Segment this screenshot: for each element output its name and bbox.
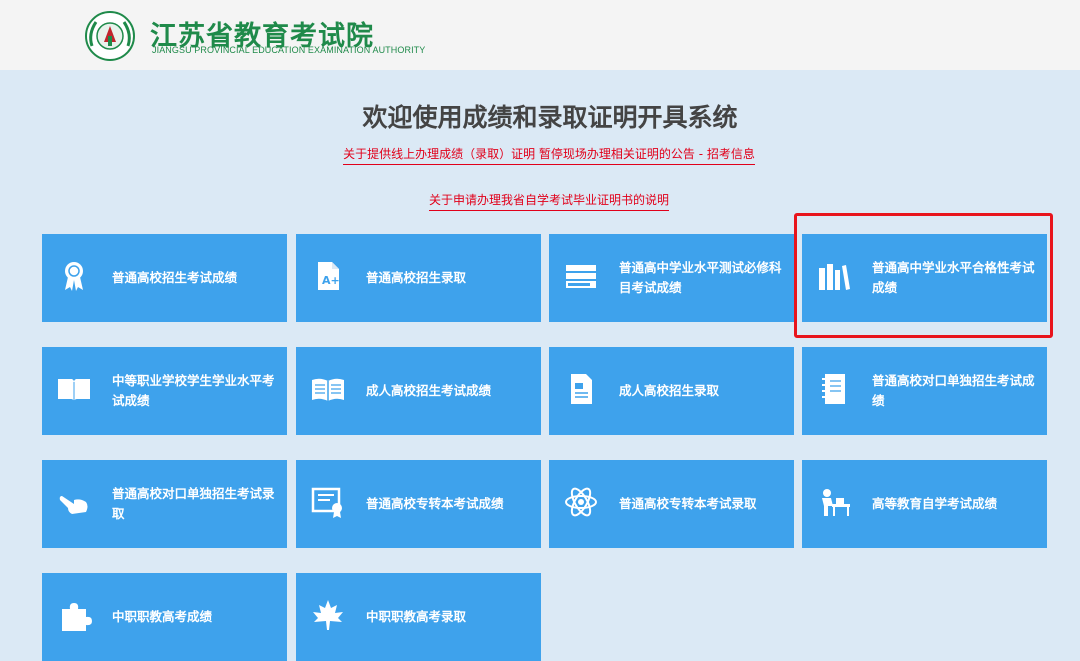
bookshelf-icon bbox=[819, 264, 850, 290]
certificate-icon bbox=[311, 487, 342, 518]
tile-college-entrance-scores[interactable]: 普通高校招生考试成绩 bbox=[42, 234, 287, 322]
tile-label: 普通高校专转本考试成绩 bbox=[366, 496, 504, 511]
maple-leaf-icon bbox=[313, 600, 343, 630]
tile-label: 普通高校招生考试成绩 bbox=[112, 270, 238, 285]
tile-transfer-exam-admission[interactable]: 普通高校专转本考试录取 bbox=[549, 460, 794, 548]
notice-link-label[interactable]: 关于提供线上办理成绩（录取）证明 暂停现场办理相关证明的公告 - 招考信息 bbox=[343, 147, 755, 165]
tile-vocational-college-exam-admission[interactable]: 中职职教高考录取 bbox=[296, 573, 541, 661]
tile-label: 普通高校对口单独招生考试录取 bbox=[112, 486, 275, 521]
site-header: 江苏省教育考试院 JIANGSU PROVINCIAL EDUCATION EX… bbox=[0, 0, 1080, 70]
tile-label: 中等职业学校学生学业水平考试成绩 bbox=[112, 373, 275, 408]
award-ribbon-icon bbox=[65, 262, 83, 291]
tile-vocational-college-exam-scores[interactable]: 中职职教高考成绩 bbox=[42, 573, 287, 661]
notice-link-online-certificate[interactable]: 关于提供线上办理成绩（录取）证明 暂停现场办理相关证明的公告 - 招考信息 bbox=[0, 145, 1080, 165]
student-desk-icon bbox=[822, 489, 850, 516]
page-title: 欢迎使用成绩和录取证明开具系统 bbox=[362, 103, 738, 132]
tile-counterpart-admission[interactable]: 普通高校对口单独招生考试录取 bbox=[42, 460, 287, 548]
tile-label: 成人高校招生考试成绩 bbox=[366, 383, 492, 398]
tile-label: 普通高校招生录取 bbox=[366, 270, 467, 285]
tile-label: 普通高中学业水平合格性考试成绩 bbox=[872, 260, 1035, 295]
tile-label: 高等教育自学考试成绩 bbox=[872, 496, 998, 511]
tile-vocational-academic-scores[interactable]: 中等职业学校学生学业水平考试成绩 bbox=[42, 347, 287, 435]
tile-adult-college-admission[interactable]: 成人高校招生录取 bbox=[549, 347, 794, 435]
tile-adult-college-scores[interactable]: 成人高校招生考试成绩 bbox=[296, 347, 541, 435]
tile-label: 中职职教高考录取 bbox=[366, 609, 467, 624]
tile-label: 成人高校招生录取 bbox=[619, 383, 720, 398]
tile-counterpart-admission-scores[interactable]: 普通高校对口单独招生考试成绩 bbox=[802, 347, 1047, 435]
grade-document-icon: A+ bbox=[318, 262, 340, 290]
exam-authority-emblem-icon bbox=[85, 11, 135, 61]
atom-icon bbox=[565, 487, 597, 517]
tile-self-study-exam-scores[interactable]: 高等教育自学考试成绩 bbox=[802, 460, 1047, 548]
pointing-hand-icon bbox=[59, 496, 88, 514]
notice-link-self-study-diploma[interactable]: 关于申请办理我省自学考试毕业证明书的说明 bbox=[0, 191, 1080, 211]
svg-text:A+: A+ bbox=[322, 274, 340, 287]
tile-label: 普通高中学业水平测试必修科目考试成绩 bbox=[619, 260, 782, 295]
tile-academic-qualification-exam[interactable]: 普通高中学业水平合格性考试成绩 bbox=[802, 234, 1047, 322]
document-icon bbox=[571, 374, 592, 404]
tile-label: 中职职教高考成绩 bbox=[112, 609, 213, 624]
tile-academic-test-required-subjects[interactable]: 普通高中学业水平测试必修科目考试成绩 bbox=[549, 234, 794, 322]
tile-label: 普通高校专转本考试录取 bbox=[619, 496, 757, 511]
tile-label: 普通高校对口单独招生考试成绩 bbox=[872, 373, 1035, 408]
open-book-icon bbox=[58, 379, 90, 401]
reading-book-icon bbox=[312, 378, 344, 401]
logo-title-en: JIANGSU PROVINCIAL EDUCATION EXAMINATION… bbox=[152, 45, 426, 55]
tile-college-admission[interactable]: A+ 普通高校招生录取 bbox=[296, 234, 541, 322]
tile-transfer-exam-scores[interactable]: 普通高校专转本考试成绩 bbox=[296, 460, 541, 548]
notice-link-label[interactable]: 关于申请办理我省自学考试毕业证明书的说明 bbox=[428, 193, 669, 211]
book-stack-icon bbox=[566, 265, 596, 288]
notebook-icon bbox=[822, 374, 845, 404]
puzzle-icon bbox=[62, 603, 92, 631]
